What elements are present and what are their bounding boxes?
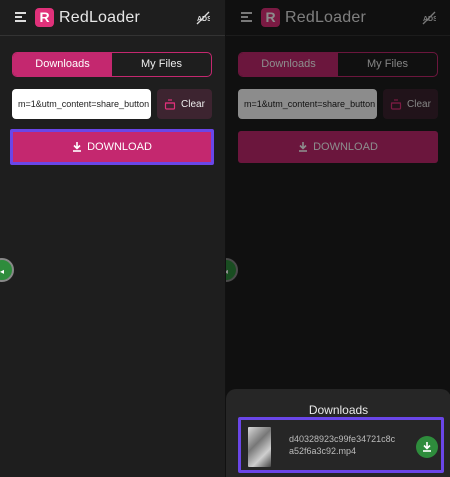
downloads-sheet: Downloads d40328923c99fe34721c8ca52f6a3c…: [226, 389, 450, 477]
clear-label: Clear: [181, 98, 205, 110]
app-title: RedLoader: [285, 9, 366, 26]
screenshot: R RedLoader ADS Downloads My Files m=1&u…: [0, 0, 450, 477]
clear-label: Clear: [407, 98, 431, 110]
sheet-title: Downloads: [308, 403, 369, 417]
download-button[interactable]: DOWNLOAD: [238, 131, 438, 163]
download-icon: [73, 142, 82, 152]
tab-bar: Downloads My Files: [238, 52, 438, 77]
file-name: d40328923c99fe34721c8ca52f6a3c92.mp4: [289, 434, 396, 456]
menu-icon[interactable]: [15, 12, 26, 23]
clear-button[interactable]: Clear: [157, 89, 212, 119]
tab-bar: Downloads My Files: [12, 52, 212, 77]
side-handle[interactable]: ◂: [0, 258, 14, 282]
file-download-button[interactable]: [416, 436, 438, 458]
app-bar: R RedLoader ADS: [226, 0, 450, 36]
left-screen: R RedLoader ADS Downloads My Files m=1&u…: [0, 0, 225, 477]
video-thumbnail: [248, 427, 271, 467]
app-title: RedLoader: [59, 9, 140, 26]
tab-downloads[interactable]: Downloads: [13, 53, 112, 76]
no-ads-icon[interactable]: ADS: [196, 11, 210, 25]
download-label: DOWNLOAD: [87, 141, 152, 153]
url-input[interactable]: m=1&utm_content=share_button: [238, 89, 377, 119]
download-button[interactable]: DOWNLOAD: [12, 131, 212, 163]
app-bar: R RedLoader ADS: [0, 0, 225, 36]
tab-my-files[interactable]: My Files: [112, 53, 211, 76]
tab-downloads[interactable]: Downloads: [239, 53, 338, 76]
download-label: DOWNLOAD: [313, 141, 378, 153]
download-icon: [299, 142, 308, 152]
tab-my-files[interactable]: My Files: [338, 53, 437, 76]
app-logo: R: [261, 8, 280, 27]
side-handle[interactable]: ◂: [226, 258, 238, 282]
no-ads-icon[interactable]: ADS: [422, 11, 436, 25]
right-screen: R RedLoader ADS Downloads My Files m=1&u…: [225, 0, 450, 477]
menu-icon[interactable]: [241, 12, 252, 23]
download-icon: [423, 442, 431, 452]
url-input[interactable]: m=1&utm_content=share_button: [12, 89, 151, 119]
app-logo: R: [35, 8, 54, 27]
clear-icon: [164, 99, 176, 110]
download-item[interactable]: d40328923c99fe34721c8ca52f6a3c92.mp4: [243, 423, 443, 471]
clear-icon: [390, 99, 402, 110]
clear-button[interactable]: Clear: [383, 89, 438, 119]
